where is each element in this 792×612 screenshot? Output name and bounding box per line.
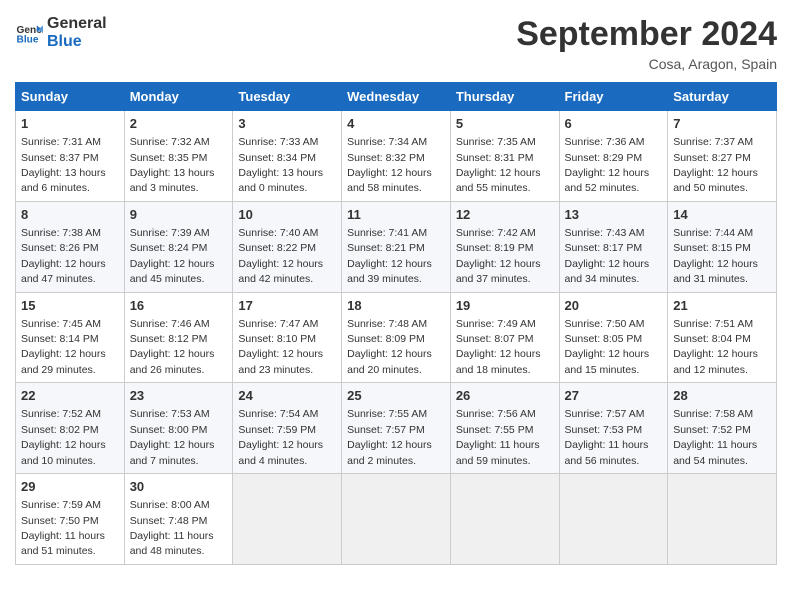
col-thursday: Thursday <box>450 83 559 111</box>
page-header: General Blue General Blue September 2024… <box>15 15 777 72</box>
table-row <box>450 474 559 565</box>
table-row: 18Sunrise: 7:48 AMSunset: 8:09 PMDayligh… <box>342 292 451 383</box>
col-saturday: Saturday <box>668 83 777 111</box>
table-row: 27Sunrise: 7:57 AMSunset: 7:53 PMDayligh… <box>559 383 668 474</box>
table-row: 3Sunrise: 7:33 AMSunset: 8:34 PMDaylight… <box>233 111 342 202</box>
table-row: 19Sunrise: 7:49 AMSunset: 8:07 PMDayligh… <box>450 292 559 383</box>
table-row: 16Sunrise: 7:46 AMSunset: 8:12 PMDayligh… <box>124 292 233 383</box>
table-row: 30Sunrise: 8:00 AMSunset: 7:48 PMDayligh… <box>124 474 233 565</box>
table-row: 21Sunrise: 7:51 AMSunset: 8:04 PMDayligh… <box>668 292 777 383</box>
table-row <box>668 474 777 565</box>
table-row: 4Sunrise: 7:34 AMSunset: 8:32 PMDaylight… <box>342 111 451 202</box>
header-row: Sunday Monday Tuesday Wednesday Thursday… <box>16 83 777 111</box>
table-row: 14Sunrise: 7:44 AMSunset: 8:15 PMDayligh… <box>668 201 777 292</box>
title-block: September 2024 Cosa, Aragon, Spain <box>516 15 777 72</box>
table-row <box>233 474 342 565</box>
location-subtitle: Cosa, Aragon, Spain <box>516 56 777 72</box>
table-row: 12Sunrise: 7:42 AMSunset: 8:19 PMDayligh… <box>450 201 559 292</box>
table-row: 15Sunrise: 7:45 AMSunset: 8:14 PMDayligh… <box>16 292 125 383</box>
table-row: 13Sunrise: 7:43 AMSunset: 8:17 PMDayligh… <box>559 201 668 292</box>
table-row: 20Sunrise: 7:50 AMSunset: 8:05 PMDayligh… <box>559 292 668 383</box>
logo-general: General <box>47 15 107 33</box>
calendar-table: Sunday Monday Tuesday Wednesday Thursday… <box>15 82 777 565</box>
table-row: 24Sunrise: 7:54 AMSunset: 7:59 PMDayligh… <box>233 383 342 474</box>
table-row: 29Sunrise: 7:59 AMSunset: 7:50 PMDayligh… <box>16 474 125 565</box>
col-sunday: Sunday <box>16 83 125 111</box>
svg-text:Blue: Blue <box>17 34 39 45</box>
table-row: 7Sunrise: 7:37 AMSunset: 8:27 PMDaylight… <box>668 111 777 202</box>
table-row <box>559 474 668 565</box>
table-row: 1Sunrise: 7:31 AMSunset: 8:37 PMDaylight… <box>16 111 125 202</box>
table-row: 8Sunrise: 7:38 AMSunset: 8:26 PMDaylight… <box>16 201 125 292</box>
table-row: 6Sunrise: 7:36 AMSunset: 8:29 PMDaylight… <box>559 111 668 202</box>
table-row: 11Sunrise: 7:41 AMSunset: 8:21 PMDayligh… <box>342 201 451 292</box>
col-tuesday: Tuesday <box>233 83 342 111</box>
col-wednesday: Wednesday <box>342 83 451 111</box>
table-row: 26Sunrise: 7:56 AMSunset: 7:55 PMDayligh… <box>450 383 559 474</box>
table-row: 17Sunrise: 7:47 AMSunset: 8:10 PMDayligh… <box>233 292 342 383</box>
month-title: September 2024 <box>516 15 777 54</box>
table-row: 22Sunrise: 7:52 AMSunset: 8:02 PMDayligh… <box>16 383 125 474</box>
table-row: 2Sunrise: 7:32 AMSunset: 8:35 PMDaylight… <box>124 111 233 202</box>
table-row: 5Sunrise: 7:35 AMSunset: 8:31 PMDaylight… <box>450 111 559 202</box>
table-row: 28Sunrise: 7:58 AMSunset: 7:52 PMDayligh… <box>668 383 777 474</box>
col-friday: Friday <box>559 83 668 111</box>
table-row: 25Sunrise: 7:55 AMSunset: 7:57 PMDayligh… <box>342 383 451 474</box>
logo-icon: General Blue <box>15 19 43 47</box>
table-row: 10Sunrise: 7:40 AMSunset: 8:22 PMDayligh… <box>233 201 342 292</box>
table-row <box>342 474 451 565</box>
logo-blue: Blue <box>47 33 107 51</box>
table-row: 9Sunrise: 7:39 AMSunset: 8:24 PMDaylight… <box>124 201 233 292</box>
col-monday: Monday <box>124 83 233 111</box>
table-row: 23Sunrise: 7:53 AMSunset: 8:00 PMDayligh… <box>124 383 233 474</box>
logo: General Blue General Blue <box>15 15 107 50</box>
